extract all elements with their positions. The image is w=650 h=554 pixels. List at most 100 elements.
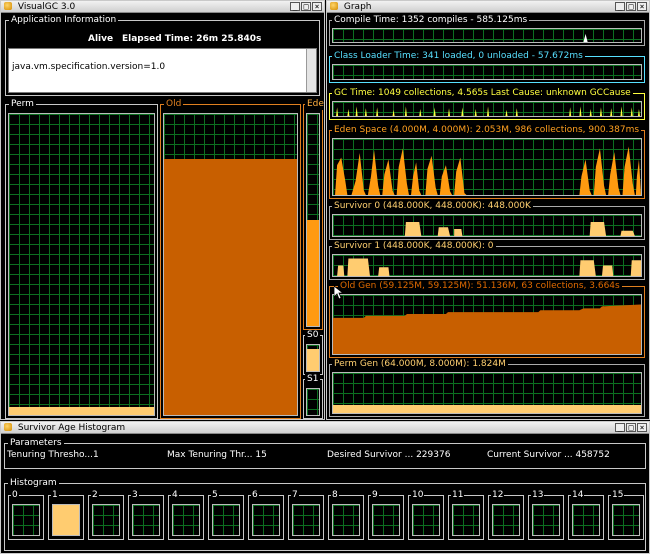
close-button[interactable]: × <box>637 423 647 432</box>
survivor0-graph <box>332 214 642 237</box>
old-space-panel: Old <box>160 99 301 419</box>
parameters-label: Parameters <box>8 438 64 449</box>
eden-space-trace <box>335 146 641 195</box>
histogram-bin-grid <box>172 504 200 536</box>
vm-spec-textarea[interactable]: java.vm.specification.version=1.0 <box>8 48 317 93</box>
java-cup-icon <box>4 423 12 431</box>
histogram-bin-grid <box>492 504 520 536</box>
histogram-bin-label: 9 <box>371 490 379 501</box>
histogram-bin: 10 <box>408 490 444 540</box>
old-space-fill <box>164 159 297 415</box>
close-button[interactable]: × <box>637 2 647 11</box>
tenuring-threshold-param: Tenuring Thresho...1 <box>7 450 99 460</box>
histogram-bin-label: 12 <box>491 490 505 501</box>
maximize-button[interactable]: □ <box>626 2 636 11</box>
graph-title: Graph <box>343 2 372 12</box>
survivor1-graph-panel: Survivor 1 (448.000K, 448.000K): 0 <box>329 241 645 280</box>
current-survivor-param: Current Survivor ... 458752 <box>487 450 610 460</box>
histogram-title: Survivor Age Histogram <box>17 423 126 433</box>
old-gen-graph-panel: Old Gen (59.125M, 59.125M): 51.136M, 63 … <box>329 281 645 358</box>
histogram-bin-grid <box>252 504 280 536</box>
histogram-bin-label: 10 <box>411 490 425 501</box>
histogram-bin: 0 <box>8 490 44 540</box>
desired-survivor-param: Desired Survivor ... 229376 <box>327 450 450 460</box>
maximize-button[interactable]: □ <box>626 423 636 432</box>
survivor0-graph-panel: Survivor 0 (448.000K, 448.000K): 448.000… <box>329 201 645 240</box>
histogram-bin-grid <box>132 504 160 536</box>
param-label: Desired Survivor ... <box>327 450 414 460</box>
old-gen-graph <box>332 294 642 355</box>
minimize-button[interactable]: _ <box>615 2 625 11</box>
survivor1-graph-label: Survivor 1 (448.000K, 448.000K): 0 <box>332 241 496 252</box>
eden-space-panel: Ede <box>303 99 324 330</box>
vm-spec-scrollbar[interactable] <box>306 49 316 92</box>
histogram-bin: 6 <box>248 490 284 540</box>
minimize-button[interactable]: _ <box>290 2 300 11</box>
histogram-bin-label: 2 <box>91 490 99 501</box>
param-value: 458752 <box>575 450 610 460</box>
elapsed-time-text: Elapsed Time: 26m 25.840s <box>122 34 262 44</box>
histogram-bin: 12 <box>488 490 524 540</box>
histogram-bin: 2 <box>88 490 124 540</box>
perm-space-grid <box>8 113 155 416</box>
visualgc-titlebar[interactable]: VisualGC 3.0 _ □ × <box>1 1 324 13</box>
maximize-button[interactable]: □ <box>301 2 311 11</box>
histogram-bin: 13 <box>528 490 564 540</box>
gc-time-label: GC Time: 1049 collections, 4.565s Last C… <box>332 88 633 99</box>
application-info-label: Application Information <box>9 15 119 26</box>
histogram-bin: 9 <box>368 490 404 540</box>
old-gen-trace <box>333 304 641 354</box>
histogram-bin: 15 <box>608 490 644 540</box>
class-loader-panel: Class Loader Time: 341 loaded, 0 unloade… <box>329 51 645 83</box>
perm-space-fill <box>9 407 154 415</box>
survivor1-panel: S1 <box>303 374 323 419</box>
histogram-bin-grid <box>572 504 600 536</box>
histogram-titlebar[interactable]: Survivor Age Histogram _ □ × <box>1 422 649 434</box>
histogram-bin-label: 15 <box>611 490 625 501</box>
histogram-bin-label: 6 <box>251 490 259 501</box>
param-value: 1 <box>92 450 99 460</box>
eden-label: Ede <box>305 99 324 110</box>
histogram-bin-label: 0 <box>11 490 19 501</box>
perm-space-panel: Perm <box>5 99 158 419</box>
histogram-panel: Histogram 0 1 2 3 4 5 6 7 8 9 10 11 12 13 14 15 <box>4 478 646 551</box>
class-loader-graph <box>332 64 642 80</box>
gc-time-graph <box>332 101 642 117</box>
histogram-bin-label: 4 <box>171 490 179 501</box>
survivor1-grid <box>306 388 320 416</box>
survivor0-panel: S0 <box>303 330 323 375</box>
survivor0-trace <box>404 222 635 236</box>
histogram-bin-grid <box>612 504 640 536</box>
histogram-bin-fill <box>53 505 79 535</box>
histogram-bin-grid <box>452 504 480 536</box>
old-space-grid <box>163 113 298 416</box>
eden-space-graph-panel: Eden Space (4.000M, 4.000M): 2.053M, 986… <box>329 125 645 199</box>
graph-window: Graph _ □ × Compile Time: 1352 compiles … <box>326 0 650 420</box>
vm-spec-text: java.vm.specification.version=1.0 <box>12 62 166 72</box>
histogram-bin-grid <box>212 504 240 536</box>
s1-label: S1 <box>305 374 321 385</box>
histogram-bin: 8 <box>328 490 364 540</box>
histogram-bin-grid <box>12 504 40 536</box>
compile-time-graph <box>332 28 642 43</box>
compile-time-panel: Compile Time: 1352 compiles - 585.125ms <box>329 15 645 46</box>
histogram-window: Survivor Age Histogram _ □ × Parameters … <box>0 421 650 554</box>
histogram-bin-label: 8 <box>331 490 339 501</box>
histogram-label: Histogram <box>8 478 59 489</box>
param-value: 229376 <box>416 450 451 460</box>
survivor0-grid <box>306 344 320 372</box>
application-info-panel: Application Information Alive Elapsed Ti… <box>5 15 320 96</box>
histogram-bin-grid <box>92 504 120 536</box>
minimize-button[interactable]: _ <box>615 423 625 432</box>
histogram-bin-label: 5 <box>211 490 219 501</box>
histogram-bin: 5 <box>208 490 244 540</box>
perm-gen-fill <box>333 405 641 413</box>
survivor0-fill <box>307 348 319 371</box>
status-text: Alive <box>88 34 114 44</box>
perm-gen-graph-label: Perm Gen (64.000M, 8.000M): 1.824M <box>332 359 508 370</box>
max-tenuring-threshold-param: Max Tenuring Thr... 15 <box>167 450 267 460</box>
histogram-bin-grid <box>332 504 360 536</box>
close-button[interactable]: × <box>312 2 322 11</box>
eden-space-graph <box>332 138 642 196</box>
graph-titlebar[interactable]: Graph _ □ × <box>327 1 649 13</box>
